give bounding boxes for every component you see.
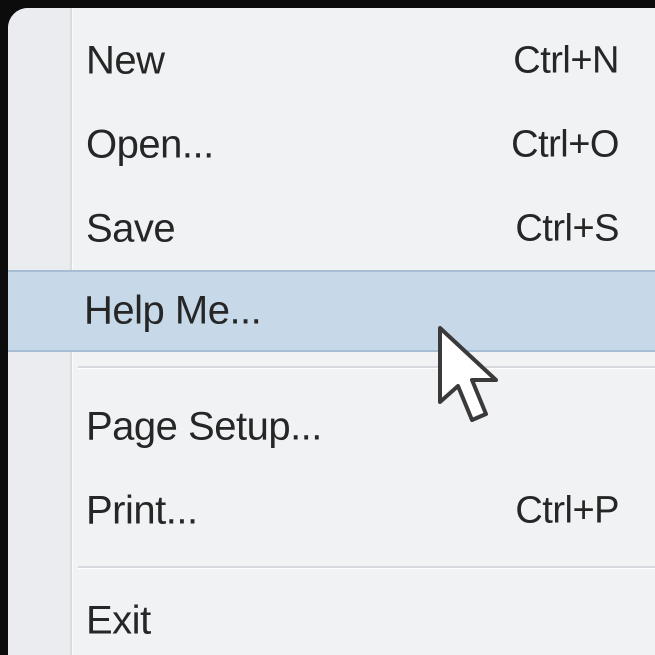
menu-item-label: Open...	[86, 122, 214, 167]
menu-item-exit[interactable]: Exit	[8, 582, 655, 655]
menu-item-label: New	[86, 38, 165, 83]
menu-item-save[interactable]: Save Ctrl+S	[8, 190, 655, 268]
menu-separator	[78, 366, 655, 369]
menu-item-label: Help Me...	[84, 288, 262, 333]
menu-item-shortcut: Ctrl+S	[515, 207, 619, 250]
menu-item-new[interactable]: New Ctrl+N	[8, 22, 655, 100]
menu-item-label: Exit	[86, 598, 151, 643]
menu-item-print[interactable]: Print... Ctrl+P	[8, 472, 655, 550]
menu-item-label: Print...	[86, 488, 198, 533]
file-context-menu: New Ctrl+N Open... Ctrl+O Save Ctrl+S He…	[8, 8, 655, 655]
menu-item-shortcut: Ctrl+N	[513, 39, 619, 82]
screen-frame: New Ctrl+N Open... Ctrl+O Save Ctrl+S He…	[0, 0, 655, 655]
menu-item-shortcut: Ctrl+O	[511, 123, 619, 166]
menu-item-label: Save	[86, 206, 176, 251]
menu-item-shortcut: Ctrl+P	[515, 489, 619, 532]
menu-item-help-me[interactable]: Help Me...	[8, 270, 655, 352]
menu-item-open[interactable]: Open... Ctrl+O	[8, 106, 655, 184]
menu-item-label: Page Setup...	[86, 404, 322, 449]
mouse-pointer-arrow-icon	[438, 326, 498, 422]
menu-item-page-setup[interactable]: Page Setup...	[8, 388, 655, 466]
menu-separator	[78, 566, 655, 569]
